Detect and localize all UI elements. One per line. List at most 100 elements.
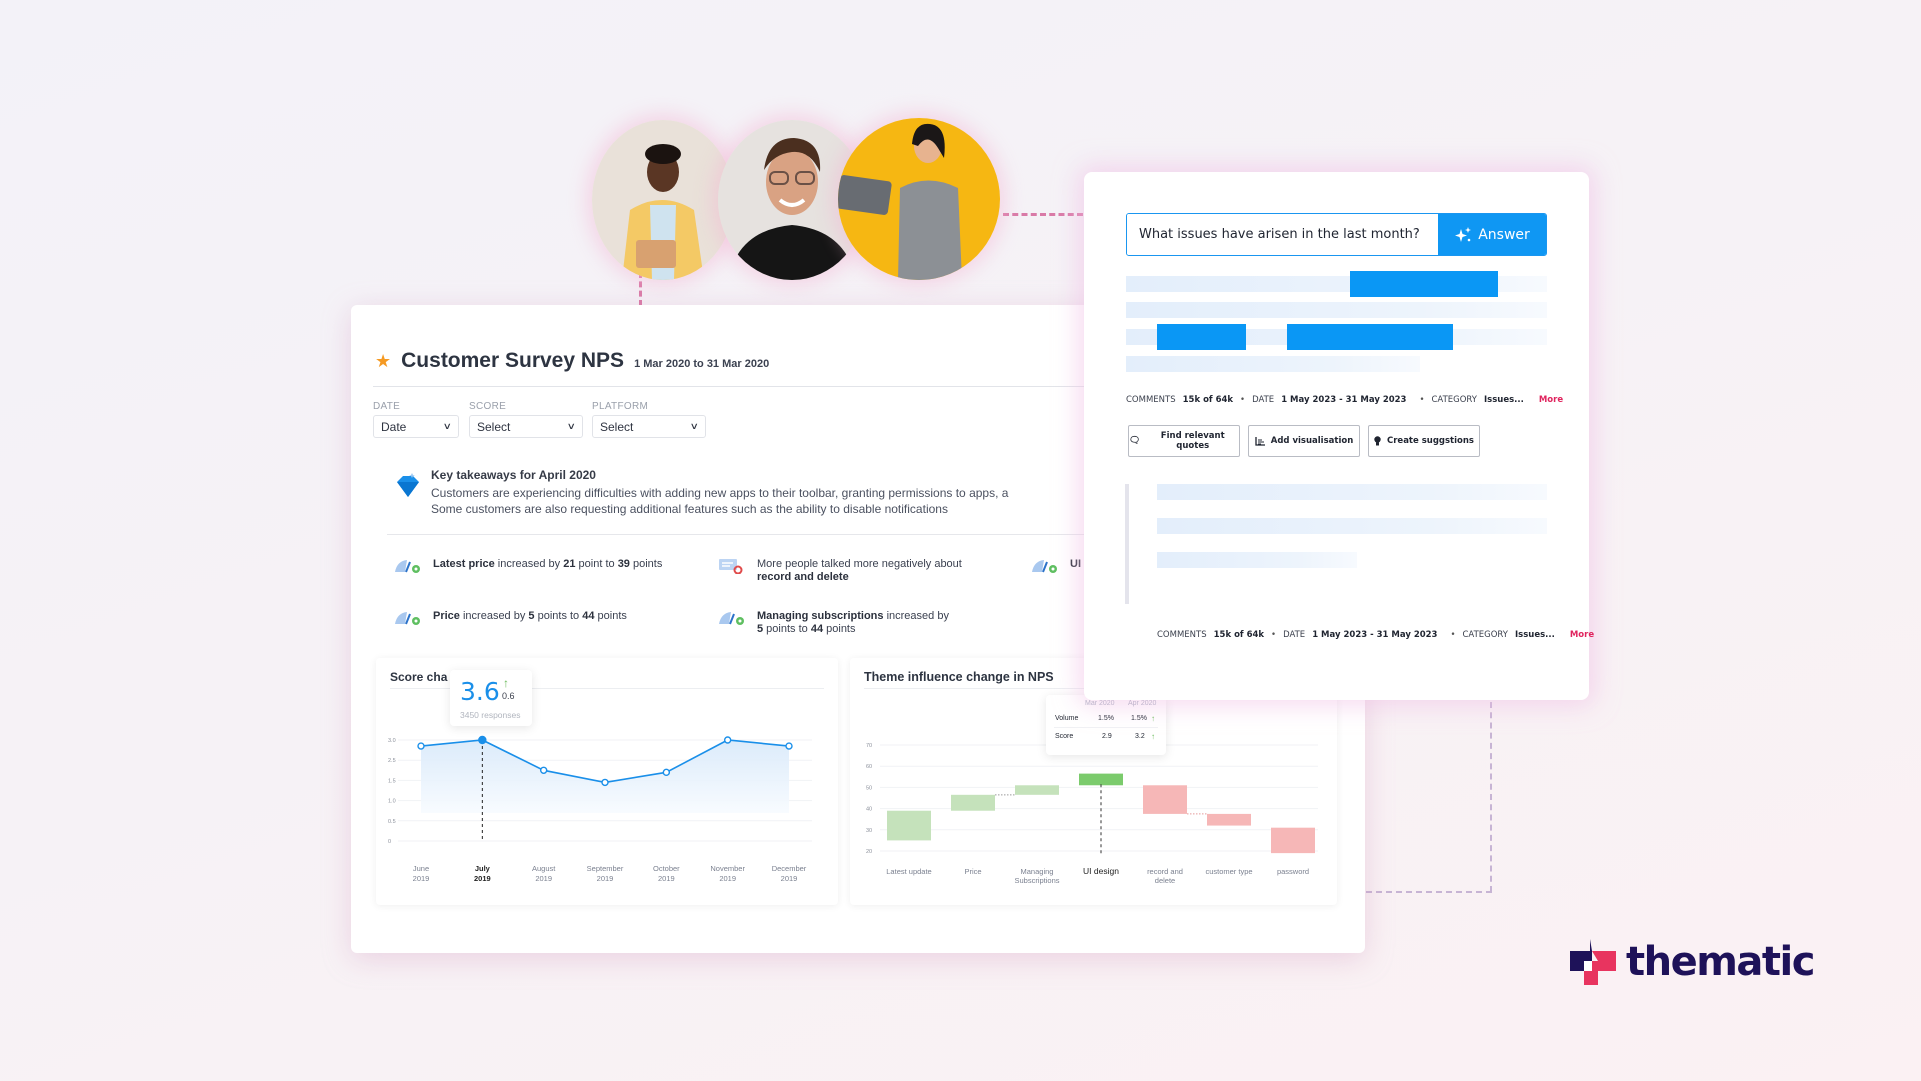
meta-label: CATEGORY [1462,630,1508,640]
insight-item[interactable]: Managing subscriptions increased by 5 poi… [717,610,949,636]
sparkle-icon [1455,226,1472,242]
meta-value: 1 May 2023 - 31 May 2023 [1312,630,1438,640]
waterfall-bar [1143,785,1187,814]
y-tick-label: 70 [866,743,872,749]
x-tick-label: September [587,864,624,873]
tooltip-col: Apr 2020 [1128,700,1157,707]
separator-dot: • [1450,630,1456,640]
insight-item[interactable]: Latest price increased by 21 point to 39… [393,558,662,574]
more-link[interactable]: More [1570,630,1594,640]
insight-text: increased by [494,558,564,570]
y-tick-label: 1.0 [388,799,396,805]
tooltip-value: 1.5% [1131,715,1147,722]
takeaway-line: Some customers are also requesting addit… [431,502,948,516]
more-link[interactable]: More [1539,395,1563,405]
separator-dot: • [1419,395,1425,405]
quote-bar [1125,484,1129,604]
filter-platform: PLATFORM Select ∨ [592,401,706,438]
bar-chart-icon [1255,436,1265,446]
button-label: Add visualisation [1270,436,1354,446]
x-tick-label: delete [1155,876,1175,885]
x-tick-label: November [710,864,745,873]
insight-text: points to [763,623,811,635]
insight-bold: 39 [617,558,630,570]
x-tick-label: 2019 [535,874,552,883]
meta-value: Issues... [1483,395,1524,405]
insight-text: More people talked more negatively about [757,558,962,570]
gauge-up-icon [1032,560,1057,573]
connector-line-top [1003,213,1083,216]
insight-text: point to [575,558,618,570]
insight-text: points to [534,610,583,622]
gauge-up-icon [719,612,744,625]
x-tick-label: October [653,864,680,873]
insight-item[interactable]: More people talked more negatively about… [717,558,962,584]
date-select[interactable]: Date ∨ [373,415,459,438]
separator-dot: • [1240,395,1246,405]
insight-bold: Price [433,610,460,622]
tooltip-row-label: Score [1055,733,1074,740]
create-suggestions-button[interactable]: Create suggstions [1368,425,1480,457]
answer-button[interactable]: Answer [1438,214,1546,255]
person-photo-icon [592,120,734,280]
insight-item[interactable]: Price increased by 5 points to 44 points [393,610,627,626]
separator-dot: • [1271,630,1277,640]
button-label: Find relevant quotes [1160,431,1225,451]
star-icon[interactable]: ★ [375,351,391,372]
area-fill [421,740,789,813]
answer-highlight [1350,271,1498,297]
score-select[interactable]: Select ∨ [469,415,583,438]
x-tick-label: Managing [1021,867,1054,876]
question-box: Answer [1126,213,1547,256]
select-value: Date [381,419,407,434]
add-visualisation-button[interactable]: Add visualisation [1248,425,1360,457]
takeaway-title: Key takeaways for April 2020 [431,468,596,482]
answer-meta: COMMENTS 15k of 64k • DATE 1 May 2023 - … [1126,395,1563,405]
y-tick-label: 30 [866,828,872,834]
quote-meta: COMMENTS 15k of 64k • DATE 1 May 2023 - … [1157,630,1594,640]
waterfall-bar [1079,773,1123,786]
select-value: Select [477,419,511,434]
insight-text: increased by [883,610,949,622]
waterfall-bar [1271,827,1315,854]
avatar-woman-yellow-blazer [592,120,734,280]
x-tick-label: Subscriptions [1014,876,1059,885]
meta-value: 15k of 64k [1182,395,1234,405]
insight-text: points [823,623,856,635]
connector-line-left [639,272,642,306]
tooltip-value: 1.5% [1098,715,1114,722]
filter-score: SCORE Select ∨ [469,401,583,438]
insight-bold: 44 [582,610,595,622]
gauge-up-icon [395,560,420,573]
x-tick-label: December [772,864,807,873]
answer-highlight [1287,324,1453,350]
question-input[interactable] [1127,214,1438,255]
y-tick-label: 60 [866,764,872,770]
y-tick-label: 2.5 [388,758,396,764]
data-point [478,735,487,745]
tooltip-value: 3.2 [1135,733,1145,740]
comment-negative-icon [719,559,743,574]
lightbulb-icon [1374,436,1381,446]
takeaway-line: Customers are experiencing difficulties … [431,486,1009,500]
x-tick-label: password [1277,867,1309,876]
insight-item[interactable]: UI [1030,558,1081,574]
waterfall-bar [1015,785,1059,795]
meta-value: 1 May 2023 - 31 May 2023 [1281,395,1407,405]
insight-bold: Managing subscriptions [757,610,884,622]
platform-select[interactable]: Select ∨ [592,415,706,438]
meta-label: COMMENTS [1126,395,1176,405]
x-tick-label: Price [964,867,981,876]
data-point [539,766,548,775]
x-tick-label: 2019 [658,874,675,883]
answer-skeleton-line [1126,302,1547,318]
find-quotes-button[interactable]: 🗨 Find relevant quotes [1128,425,1240,457]
x-tick-label: 2019 [474,874,491,883]
diamond-icon [397,473,419,497]
quote-skeleton-line [1157,552,1357,568]
x-tick-label: Latest update [886,867,931,876]
score-change-panel: Score chae 3.02.51.51.00.50June2019July2… [376,658,838,905]
x-tick-label: customer type [1205,867,1252,876]
key-takeaways: Key takeaways for April 2020 Customers a… [393,468,1008,517]
answer-skeleton-line [1126,356,1420,372]
